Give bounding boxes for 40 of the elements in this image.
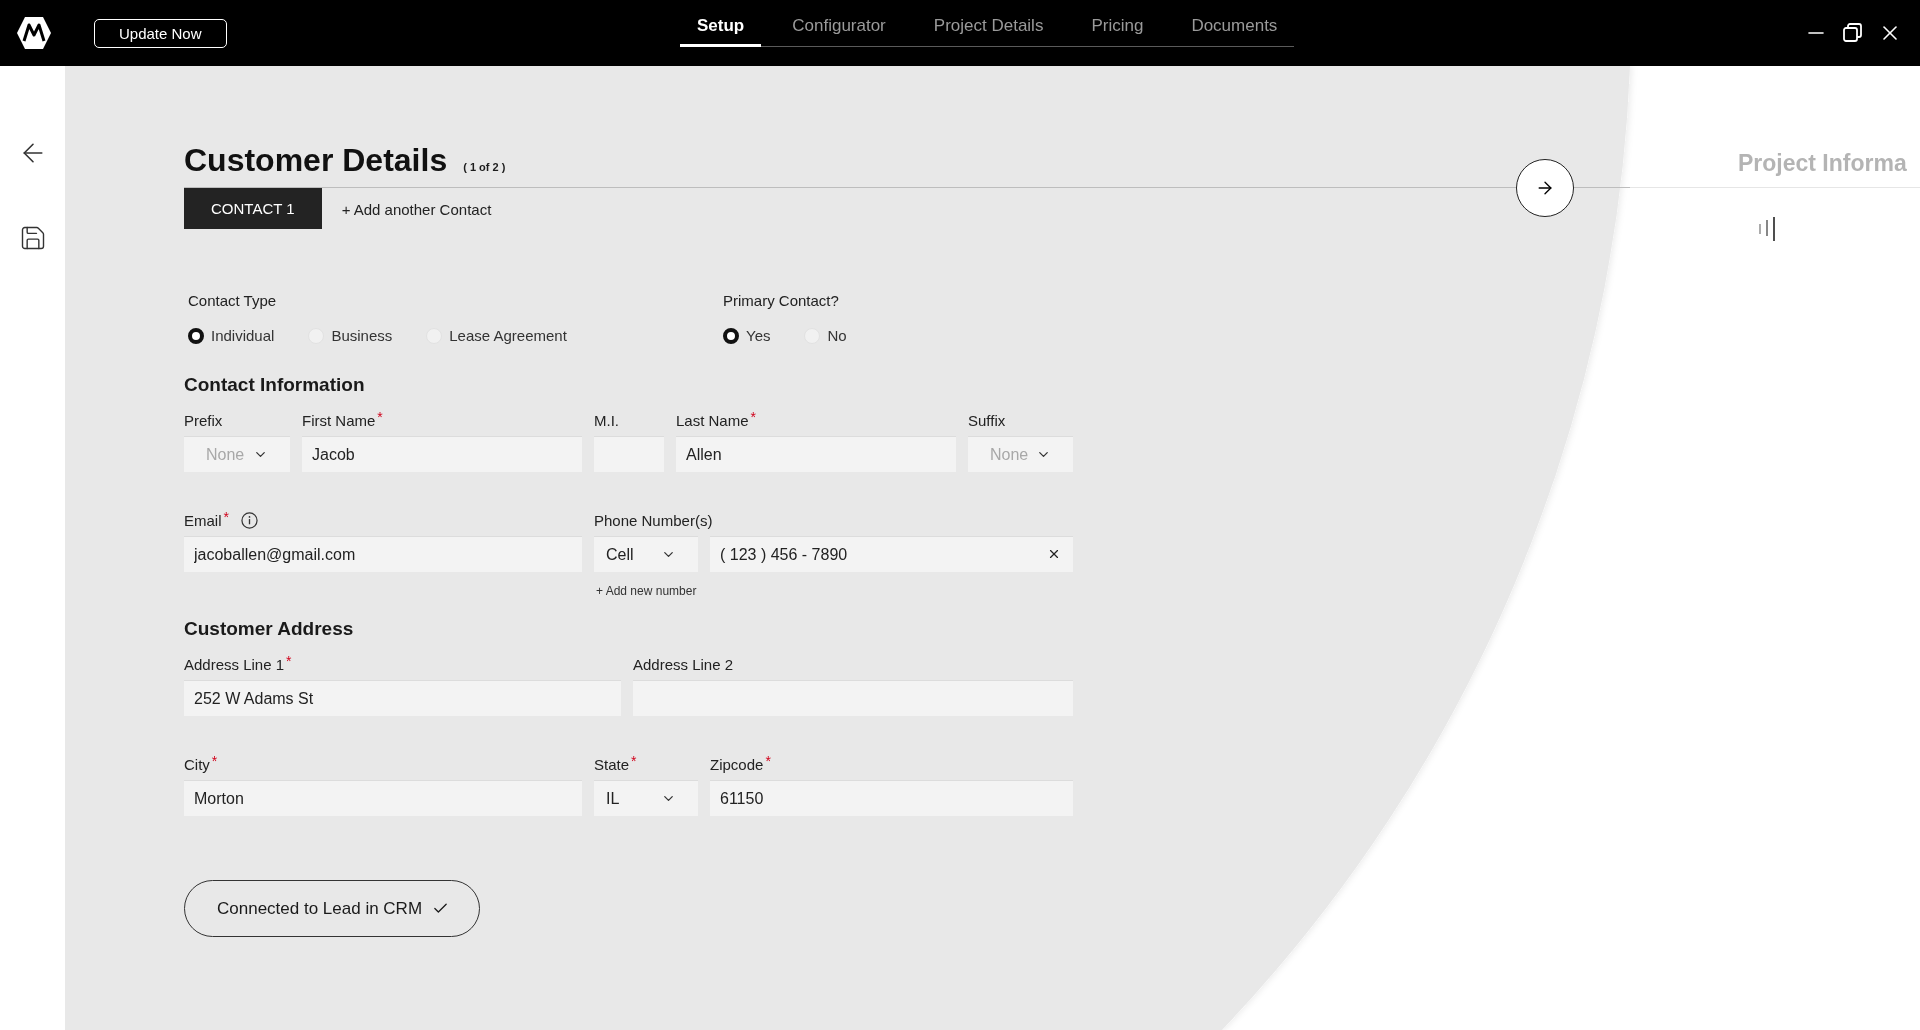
update-now-button[interactable]: Update Now bbox=[94, 18, 227, 48]
input-field[interactable]: jacoballen@gmail.com bbox=[184, 536, 582, 572]
restore-icon[interactable] bbox=[1842, 22, 1864, 44]
input-field[interactable]: Morton bbox=[184, 780, 582, 816]
next-section-title: Project Informa bbox=[1738, 150, 1908, 178]
logo-icon bbox=[16, 16, 52, 50]
nav-tab[interactable]: Documents bbox=[1174, 0, 1295, 47]
radio-label: Individual bbox=[211, 327, 275, 344]
step-indicator: ( 1 of 2 ) bbox=[463, 161, 506, 173]
dropdown-field[interactable]: Cell bbox=[594, 536, 698, 572]
section-heading: Contact Information bbox=[184, 374, 366, 396]
radio-label: Business bbox=[331, 327, 393, 344]
input-field[interactable]: Allen bbox=[676, 436, 956, 472]
input-field[interactable]: Jacob bbox=[302, 436, 582, 472]
field-label: Suffix bbox=[968, 411, 1006, 429]
add-contact-link[interactable]: + Add another Contact bbox=[341, 199, 492, 218]
radio-label: Lease Agreement bbox=[449, 327, 567, 344]
nav-tab[interactable]: Project Details bbox=[916, 0, 1061, 47]
nav-tab[interactable]: Pricing bbox=[1074, 0, 1161, 47]
contact-tab[interactable]: CONTACT 1 bbox=[184, 188, 322, 229]
field-label: Phone Number(s) bbox=[594, 511, 713, 529]
radio-label: Yes bbox=[746, 327, 771, 344]
group-label: Contact Type bbox=[188, 292, 278, 309]
dropdown-field[interactable]: IL bbox=[594, 780, 698, 816]
group-label: Primary Contact? bbox=[723, 292, 840, 309]
nav-tab[interactable]: Setup bbox=[680, 0, 762, 47]
field-label: Address Line 2 bbox=[633, 655, 734, 673]
bars-icon bbox=[1758, 216, 1778, 242]
clear-icon[interactable] bbox=[1047, 547, 1061, 561]
phone-input-field[interactable]: ( 123 ) 456 - 7890 bbox=[710, 536, 1073, 572]
radio-label: No bbox=[827, 327, 847, 344]
add-number-link[interactable]: + Add new number bbox=[594, 584, 697, 598]
section-heading: Customer Address bbox=[184, 618, 355, 640]
field-label: Prefix bbox=[184, 411, 223, 429]
field-label: M.I. bbox=[594, 411, 619, 429]
input-field[interactable]: 252 W Adams St bbox=[184, 680, 621, 716]
input-field[interactable]: 61150 bbox=[710, 780, 1073, 816]
info-icon[interactable] bbox=[240, 511, 258, 529]
nav-tab[interactable]: Configurator bbox=[775, 0, 903, 47]
page-title: Customer Details bbox=[184, 142, 448, 179]
